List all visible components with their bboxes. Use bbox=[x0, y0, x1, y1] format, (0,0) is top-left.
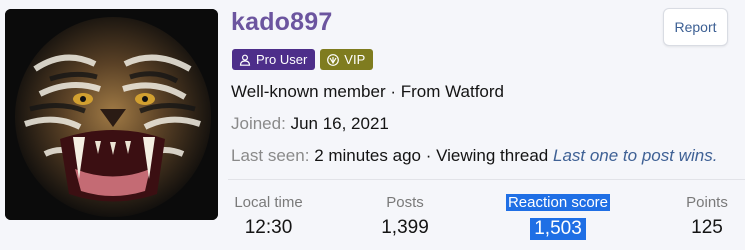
username[interactable]: kado897 bbox=[231, 8, 332, 37]
stat-value: 12:30 bbox=[244, 217, 293, 238]
vip-icon bbox=[327, 53, 340, 66]
joined-label: Joined: bbox=[231, 114, 286, 133]
user-badges: Pro User VIP bbox=[232, 49, 374, 70]
user-icon bbox=[239, 54, 251, 66]
member-card: kado897 Report Pro User VIP Well-known m… bbox=[0, 0, 745, 250]
last-seen-label: Last seen: bbox=[231, 146, 310, 165]
stat-label: Posts bbox=[386, 194, 424, 211]
member-title-line: Well-known member · From Watford bbox=[231, 82, 504, 101]
thread-link[interactable]: Last one to post wins. bbox=[553, 146, 717, 165]
stat-label: Local time bbox=[234, 194, 303, 211]
stat-label: Reaction score bbox=[505, 194, 611, 211]
stat-reaction-score[interactable]: Reaction score 1,503 bbox=[505, 194, 611, 240]
joined-line: Joined: Jun 16, 2021 bbox=[231, 114, 389, 134]
badge-label: Pro User bbox=[256, 52, 308, 67]
stat-local-time: Local time 12:30 bbox=[231, 194, 306, 239]
tiger-avatar-image bbox=[5, 9, 218, 220]
last-seen-value: 2 minutes ago · Viewing thread bbox=[314, 146, 549, 165]
joined-date: Jun 16, 2021 bbox=[290, 114, 389, 133]
stat-label: Points bbox=[686, 194, 728, 211]
stat-value[interactable]: 1,399 bbox=[370, 217, 440, 239]
last-seen-line: Last seen: 2 minutes ago · Viewing threa… bbox=[231, 146, 717, 166]
pro-user-badge: Pro User bbox=[232, 49, 316, 70]
avatar[interactable] bbox=[5, 9, 218, 220]
stat-value[interactable]: 1,503 bbox=[530, 218, 586, 240]
stat-posts[interactable]: Posts 1,399 bbox=[370, 194, 440, 239]
badge-label: VIP bbox=[344, 52, 366, 67]
divider bbox=[228, 179, 745, 180]
report-button[interactable]: Report bbox=[663, 8, 728, 46]
stat-points[interactable]: Points 125 bbox=[682, 194, 732, 239]
vip-badge: VIP bbox=[320, 49, 374, 70]
stat-value[interactable]: 125 bbox=[682, 217, 732, 239]
